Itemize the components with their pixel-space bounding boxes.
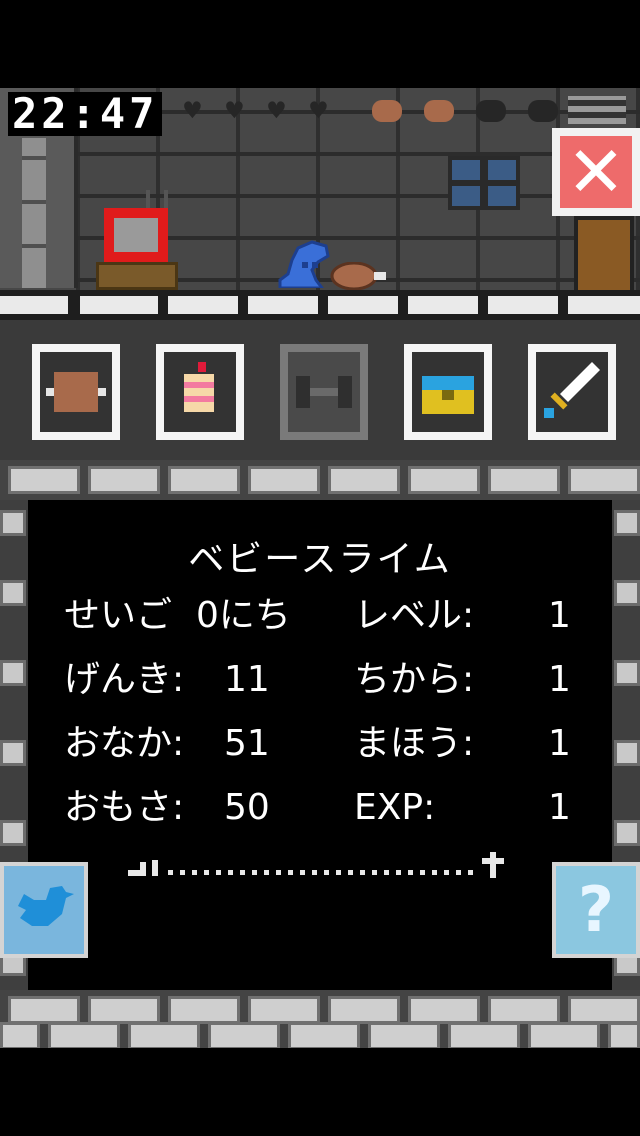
top-spacer [0,0,640,88]
window [448,156,520,210]
strength-label: ちから: [354,659,475,700]
floor-ledge [0,290,640,320]
bottom-spacer [0,1048,640,1136]
evolution-progress-bar [128,852,504,878]
strength-value: 1 [548,659,571,700]
item-button-meat[interactable] [32,344,120,440]
heart-icon: ♥ [268,94,285,127]
door [574,216,634,294]
weight-label: おもさ: [64,787,185,828]
help-button[interactable]: ? [552,862,640,958]
hunger-value: 51 [224,723,270,764]
panel-top-wall [0,460,640,500]
hunger-label: おなか: [64,723,185,764]
health-label: げんき: [64,659,185,700]
weight-value: 50 [224,787,270,828]
progress-track [168,870,473,875]
question-mark-icon: ? [578,873,614,946]
twitter-bird-icon [18,886,74,926]
heart-icon: ♥ [184,94,201,127]
level-label: レベル: [354,595,475,636]
meat-icon [46,372,106,412]
grave-cross-icon [490,852,496,878]
tv-antenna [146,190,168,208]
heart-icon: ♥ [310,94,327,127]
meat-icon [528,100,558,122]
exp-label: EXP: [354,787,436,828]
age-label: せいご [64,595,173,636]
health-value: 11 [224,659,270,700]
exp-value: 1 [548,787,571,828]
meat-on-floor [330,262,386,290]
vent [568,96,626,124]
cake-icon [184,362,214,412]
item-button-cake[interactable] [156,344,244,440]
meat-icon [424,100,454,122]
close-button[interactable]: ✕ [552,128,640,216]
slime-character[interactable] [272,240,332,288]
close-icon: ✕ [566,131,626,213]
item-bar [0,320,640,460]
dumbbell-icon [296,376,352,408]
age-value: 0にち [196,595,291,636]
level-value: 1 [548,595,571,636]
panel-bottom-wall [0,990,640,1050]
status-panel: ベビースライム せいご 0にち レベル: 1 げんき: 11 ちから: 1 おな… [28,500,612,990]
clock: 22:47 [8,92,163,136]
item-button-treasure[interactable] [404,344,492,440]
monster-name: ベビースライム [188,539,452,580]
tv-stand [96,262,178,290]
magic-label: まほう: [354,723,475,764]
sword-icon [544,362,600,418]
twitter-share-button[interactable] [0,862,88,958]
item-button-dumbbell[interactable] [280,344,368,440]
item-button-sword[interactable] [528,344,616,440]
heart-icon: ♥ [226,94,243,127]
tv [104,208,168,262]
meat-icon [372,100,402,122]
magic-value: 1 [548,723,571,764]
treasure-chest-icon [422,376,474,414]
meat-icon [476,100,506,122]
